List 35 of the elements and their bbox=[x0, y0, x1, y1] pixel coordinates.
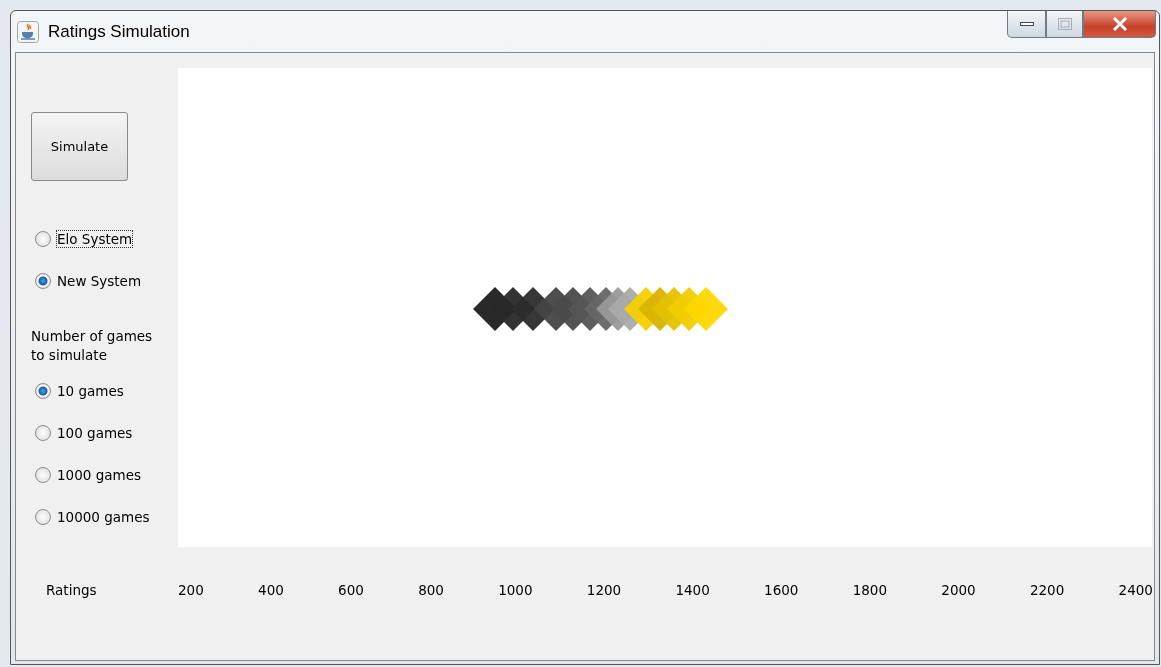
axis-label: Ratings bbox=[46, 582, 98, 598]
maximize-icon bbox=[1057, 18, 1072, 30]
radio-label: New System bbox=[56, 272, 143, 290]
tick-label: 1400 bbox=[675, 582, 710, 598]
minimize-button[interactable] bbox=[1007, 11, 1046, 38]
radio-button[interactable] bbox=[35, 231, 51, 247]
tick-label: 2200 bbox=[1029, 582, 1065, 598]
tick-label: 2400 bbox=[1118, 582, 1153, 598]
tick-label: 800 bbox=[418, 582, 444, 598]
close-button[interactable] bbox=[1083, 11, 1156, 38]
radio-button[interactable] bbox=[35, 509, 51, 525]
window-title: Ratings Simulation bbox=[48, 21, 190, 42]
tick-label: 1800 bbox=[852, 582, 888, 598]
coffee-cup-icon bbox=[17, 20, 39, 43]
radio-button[interactable] bbox=[35, 467, 51, 483]
games-label: Number of games to simulate bbox=[31, 327, 154, 365]
tick-label: 200 bbox=[178, 582, 204, 598]
radio-label: 1000 games bbox=[56, 466, 142, 484]
radio-label: Elo System bbox=[56, 230, 134, 248]
radio-button[interactable] bbox=[35, 425, 51, 441]
simulate-button[interactable]: Simulate bbox=[31, 112, 128, 181]
radio-button[interactable] bbox=[35, 273, 51, 289]
tick-label: 600 bbox=[338, 582, 364, 598]
close-icon bbox=[1111, 17, 1128, 31]
tick-label: 2000 bbox=[941, 582, 976, 598]
minimize-icon bbox=[1019, 22, 1034, 26]
maximize-button[interactable] bbox=[1046, 11, 1083, 38]
radio-button[interactable] bbox=[35, 383, 51, 399]
tick-label: 400 bbox=[258, 582, 284, 598]
tick-label: 1600 bbox=[764, 582, 799, 598]
tick-label: 1000 bbox=[498, 582, 533, 598]
radio-label: 10 games bbox=[56, 382, 125, 400]
radio-label: 100 games bbox=[56, 424, 134, 442]
tick-label: 1200 bbox=[586, 582, 622, 598]
radio-label: 10000 games bbox=[56, 508, 151, 526]
